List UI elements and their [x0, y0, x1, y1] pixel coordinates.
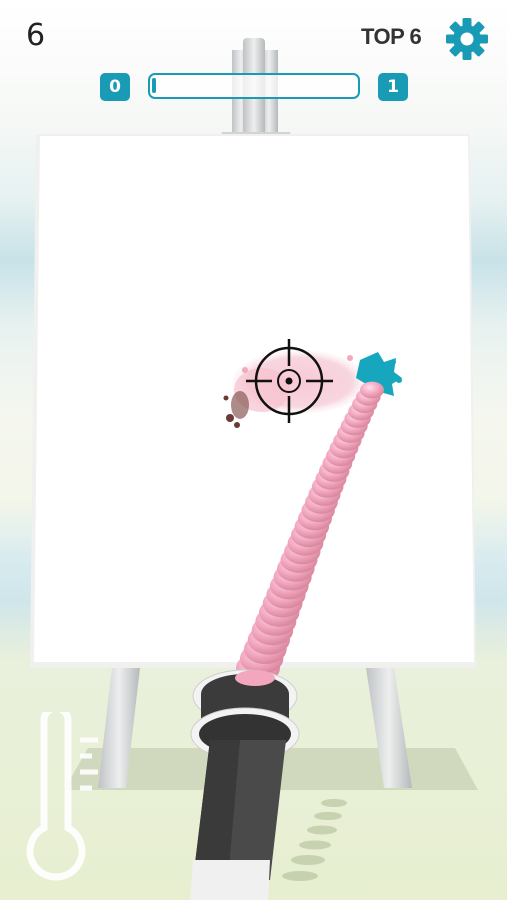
level-number: 6	[26, 18, 46, 53]
level-progress-fill	[152, 78, 156, 93]
next-level-badge: 1	[378, 73, 408, 101]
thermometer-icon	[26, 712, 98, 881]
paint-ball	[360, 381, 384, 399]
ground-dots	[282, 799, 347, 881]
current-level-badge: 0	[100, 73, 130, 101]
gear-icon[interactable]	[445, 17, 489, 61]
rank-label: TOP 6	[361, 24, 422, 49]
level-progress-bar	[148, 73, 360, 99]
